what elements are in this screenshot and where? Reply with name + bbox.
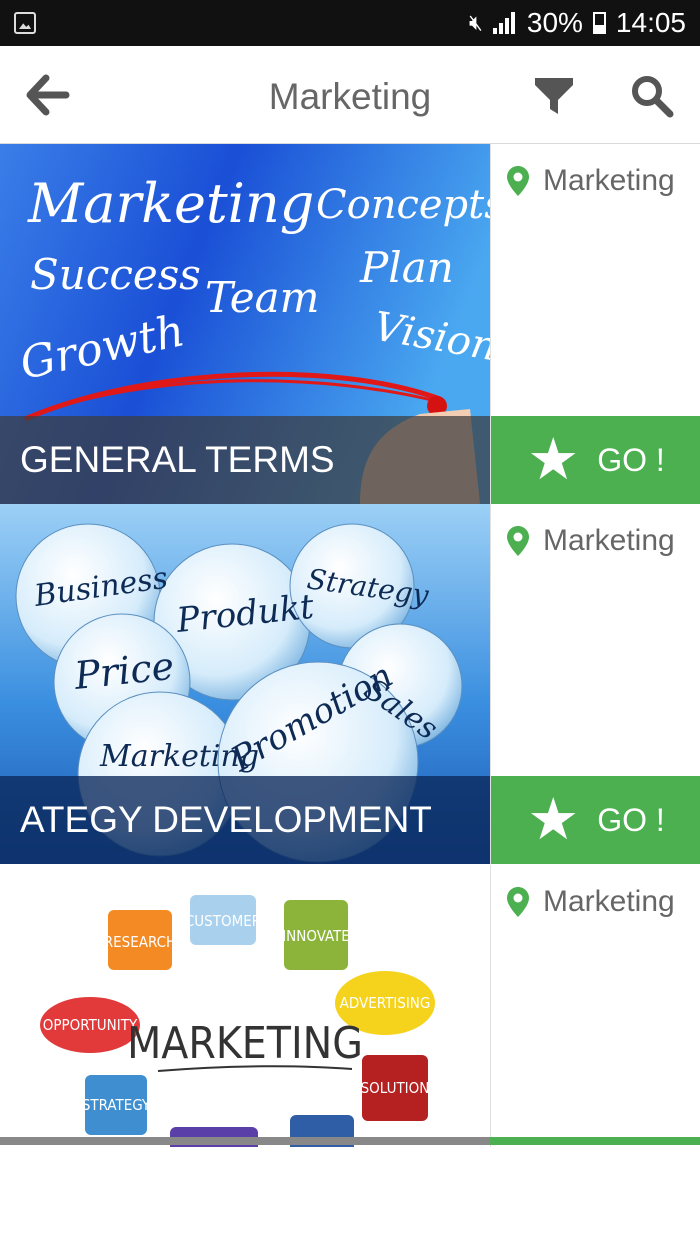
mute-icon: 🔇︎ bbox=[469, 10, 483, 35]
image-word: ADVERTISING bbox=[340, 994, 431, 1012]
image-word: Success bbox=[30, 250, 201, 299]
battery-icon bbox=[592, 12, 606, 34]
card-image: CUSTOMER RESEARCH INNOVATE ADVERTISING O… bbox=[0, 865, 490, 1147]
battery-percent: 30% bbox=[526, 7, 583, 38]
star-icon[interactable]: ★ bbox=[527, 431, 579, 489]
location-row: Marketing bbox=[507, 164, 675, 198]
image-word: RESEARCH bbox=[104, 933, 176, 951]
star-icon[interactable]: ★ bbox=[527, 791, 579, 849]
go-label: GO ! bbox=[597, 801, 665, 838]
signal-icon bbox=[492, 12, 517, 34]
status-bar: 🔇︎ 30% 14:05 bbox=[0, 0, 700, 46]
image-word: INNOVATE bbox=[282, 927, 350, 945]
caption-bar-edge bbox=[0, 1137, 490, 1145]
location-row: Marketing bbox=[507, 885, 675, 919]
page-title: Marketing bbox=[268, 76, 432, 117]
location-label: Marketing bbox=[543, 164, 675, 197]
location-label: Marketing bbox=[543, 524, 675, 557]
app-bar: Marketing bbox=[0, 46, 700, 144]
map-pin-icon bbox=[507, 526, 529, 556]
clock: 14:05 bbox=[615, 7, 686, 38]
image-word: Team bbox=[205, 273, 319, 322]
image-word: Marketing bbox=[27, 172, 314, 235]
go-label: GO ! bbox=[597, 441, 665, 478]
go-button[interactable]: ★ GO ! bbox=[491, 416, 700, 504]
image-word: SOLUTION bbox=[361, 1079, 430, 1097]
map-pin-icon bbox=[507, 887, 529, 917]
card-title: GENERAL TERMS bbox=[0, 416, 490, 504]
map-pin-icon bbox=[507, 166, 529, 196]
search-icon bbox=[632, 76, 674, 118]
location-row: Marketing bbox=[507, 524, 675, 558]
gallery-icon bbox=[14, 12, 36, 34]
go-button[interactable]: ★ GO ! bbox=[491, 776, 700, 864]
go-button-edge[interactable] bbox=[490, 1137, 700, 1145]
list-item[interactable]: CUSTOMER RESEARCH INNOVATE ADVERTISING O… bbox=[0, 865, 700, 1147]
card-side-panel: Marketing bbox=[490, 865, 700, 1147]
card-side-panel: Marketing ★ GO ! bbox=[490, 504, 700, 864]
search-button[interactable] bbox=[630, 74, 674, 118]
image-word: MARKETING bbox=[127, 1018, 363, 1069]
image-word: Concepts bbox=[316, 182, 490, 228]
card-title: ATEGY DEVELOPMENT bbox=[0, 776, 490, 864]
image-word: OPPORTUNITY bbox=[43, 1016, 138, 1034]
list-item[interactable]: Marketing Concepts Success Plan Team Gro… bbox=[0, 144, 700, 504]
location-label: Marketing bbox=[543, 885, 675, 918]
card-side-panel: Marketing ★ GO ! bbox=[490, 144, 700, 504]
funnel-icon bbox=[535, 78, 573, 114]
image-word: Plan bbox=[359, 243, 454, 292]
list-item[interactable]: Business Produkt Strategy Price Sales Ma… bbox=[0, 504, 700, 864]
image-word: STRATEGY bbox=[82, 1096, 151, 1114]
filter-button[interactable] bbox=[534, 76, 574, 116]
image-word: CUSTOMER bbox=[185, 912, 261, 930]
